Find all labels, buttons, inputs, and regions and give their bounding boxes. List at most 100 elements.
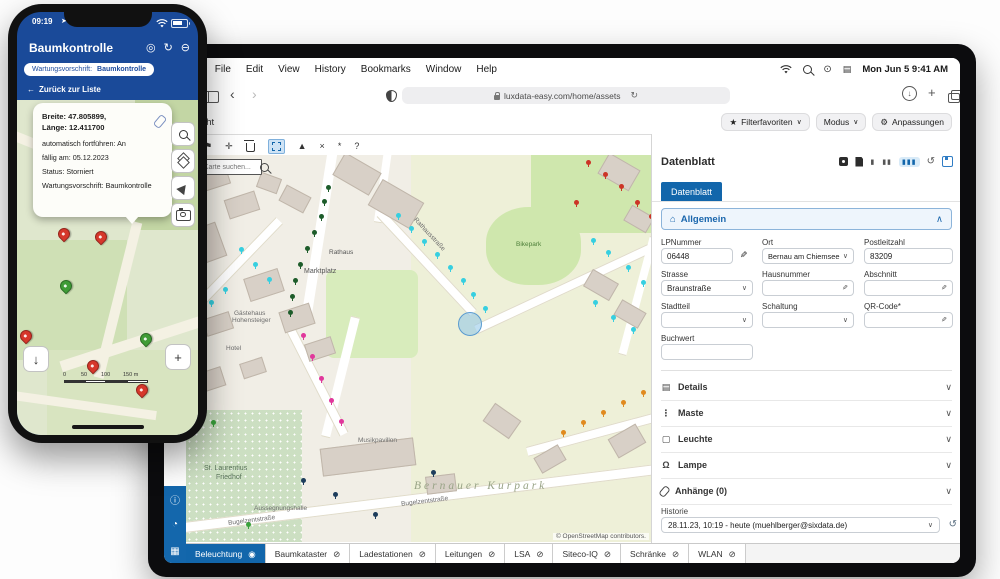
tab-overview-icon[interactable]: [948, 90, 960, 108]
new-tab-icon[interactable]: +: [928, 85, 936, 100]
map-marker[interactable]: [298, 262, 303, 267]
map-marker[interactable]: [574, 200, 579, 205]
map-marker[interactable]: [626, 265, 631, 270]
section-details[interactable]: ▤Details∨: [661, 374, 952, 401]
menu-item-view[interactable]: View: [278, 64, 300, 75]
section-maste[interactable]: ⋮Maste∨: [661, 400, 952, 427]
edit-abschnitt-icon[interactable]: [941, 284, 947, 292]
map-marker[interactable]: [561, 430, 566, 435]
edit-lpnummer-icon[interactable]: [740, 250, 748, 261]
target-icon[interactable]: [146, 41, 156, 54]
refresh-icon[interactable]: [164, 41, 173, 54]
map-marker[interactable]: [290, 294, 295, 299]
map-marker[interactable]: [461, 278, 466, 283]
map-marker[interactable]: [267, 277, 272, 282]
map-marker[interactable]: [591, 238, 596, 243]
map-marker[interactable]: [223, 287, 228, 292]
navigate-tool-button[interactable]: [171, 176, 195, 200]
layer-tab-lsa[interactable]: LSA: [505, 544, 553, 563]
layer-tab-siteco-iq[interactable]: Siteco-IQ: [553, 544, 621, 563]
save-icon[interactable]: [942, 156, 953, 167]
hausnummer-input[interactable]: [762, 280, 854, 296]
map-marker[interactable]: [329, 398, 334, 403]
menu-item-history[interactable]: History: [315, 64, 346, 75]
home-indicator[interactable]: [72, 425, 144, 429]
phone-map[interactable]: Breite: 47.805899, Länge: 12.411700 auto…: [17, 100, 198, 435]
menu-item-window[interactable]: Window: [426, 64, 462, 75]
map-marker[interactable]: [319, 214, 324, 219]
document-icon[interactable]: [855, 157, 863, 167]
map-marker[interactable]: [641, 390, 646, 395]
map-marker[interactable]: [471, 292, 476, 297]
search-tool-button[interactable]: [171, 122, 195, 146]
map-marker[interactable]: [293, 278, 298, 283]
address-bar[interactable]: luxdata-easy.com/home/assets: [402, 87, 730, 104]
section-anhaenge[interactable]: Anhänge (0)∨: [661, 478, 952, 505]
back-button[interactable]: ‹: [230, 87, 235, 101]
map-marker[interactable]: [301, 478, 306, 483]
map-marker[interactable]: [288, 310, 293, 315]
layer-tab-leitungen[interactable]: Leitungen: [436, 544, 505, 563]
postleitzahl-input[interactable]: 83209: [864, 248, 953, 264]
layer-tab-baumkataster[interactable]: Baumkataster: [266, 544, 351, 563]
map-marker[interactable]: [319, 376, 324, 381]
strasse-select[interactable]: Braunstraße∨: [661, 280, 753, 296]
layer-tab-wlan[interactable]: WLAN: [689, 544, 746, 563]
map-marker[interactable]: [209, 300, 214, 305]
map-marker[interactable]: [603, 172, 608, 177]
map-marker[interactable]: [621, 400, 626, 405]
map-marker[interactable]: [448, 265, 453, 270]
map-marker[interactable]: [239, 247, 244, 252]
reload-icon[interactable]: [631, 90, 639, 101]
warning-tool-icon[interactable]: ▲: [298, 141, 307, 151]
section-leuchte[interactable]: ▢Leuchte∨: [661, 426, 952, 453]
forward-button[interactable]: ›: [252, 87, 257, 101]
buchwert-input[interactable]: [661, 344, 753, 360]
modus-button[interactable]: Modus∨: [816, 113, 867, 131]
section-lampe[interactable]: ΩLampe∨: [661, 452, 952, 479]
shield-icon[interactable]: [386, 89, 397, 107]
historie-undo-icon[interactable]: [949, 519, 957, 530]
select-tool-icon[interactable]: [268, 139, 285, 154]
menu-item-bookmarks[interactable]: Bookmarks: [361, 64, 411, 75]
map-marker[interactable]: [631, 327, 636, 332]
panel-toggle-icon[interactable]: ▦: [164, 546, 186, 557]
layer-tab-schraenke[interactable]: Schränke: [621, 544, 689, 563]
menu-item-file[interactable]: File: [215, 64, 231, 75]
move-tool-icon[interactable]: ✛: [225, 141, 233, 152]
layer-tab-ladestationen[interactable]: Ladestationen: [350, 544, 436, 563]
spotlight-search-icon[interactable]: [803, 65, 812, 74]
map-marker[interactable]: [606, 250, 611, 255]
clock-icon[interactable]: ◔: [164, 519, 186, 530]
map-marker[interactable]: [373, 512, 378, 517]
filterfavoriten-button[interactable]: ★Filterfavoriten∨: [721, 113, 809, 131]
delete-tool-icon[interactable]: [246, 143, 255, 152]
stop-icon[interactable]: [839, 157, 848, 166]
edit-hausnummer-icon[interactable]: [842, 284, 848, 292]
map-marker[interactable]: [396, 213, 401, 218]
schaltung-select[interactable]: ∨: [762, 312, 854, 328]
map-marker[interactable]: [593, 300, 598, 305]
selected-asset-highlight[interactable]: [458, 312, 482, 336]
map-marker[interactable]: [619, 184, 624, 189]
two-column-icon[interactable]: ▮▮: [882, 158, 892, 166]
map-marker[interactable]: [435, 252, 440, 257]
map-marker[interactable]: [312, 230, 317, 235]
undo-icon[interactable]: [927, 156, 935, 167]
edit-qrcode-icon[interactable]: [941, 316, 947, 324]
menu-bar-clock[interactable]: Mon Jun 5 9:41 AM: [862, 64, 948, 75]
historie-select[interactable]: 28.11.23, 10:19 - heute (muehlberger@six…: [661, 517, 940, 533]
anpassungen-button[interactable]: ⚙Anpassungen: [872, 113, 952, 131]
abschnitt-input[interactable]: [864, 280, 953, 296]
zoom-in-button[interactable]: +: [165, 344, 191, 370]
collapse-icon[interactable]: [181, 41, 190, 54]
three-column-icon[interactable]: ▮▮▮: [899, 157, 920, 167]
cut-tool-icon[interactable]: ×: [320, 141, 325, 151]
map-marker[interactable]: [305, 246, 310, 251]
map-marker[interactable]: [422, 239, 427, 244]
map-marker[interactable]: [611, 315, 616, 320]
map-marker[interactable]: [326, 185, 331, 190]
layer-tab-beleuchtung[interactable]: Beleuchtung: [186, 544, 266, 563]
map-marker[interactable]: [253, 262, 258, 267]
datenblatt-tab[interactable]: Datenblatt: [661, 182, 722, 201]
